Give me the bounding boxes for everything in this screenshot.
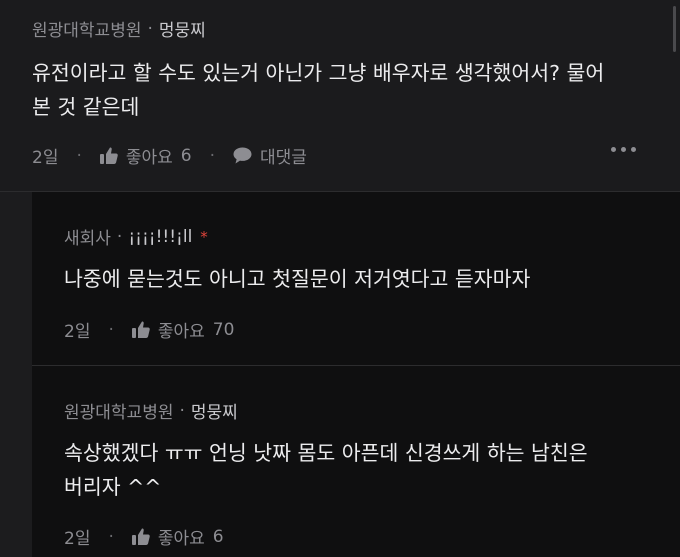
comment-time: 2일 xyxy=(32,148,59,168)
reply-label: 대댓글 xyxy=(260,148,307,168)
like-button[interactable]: 좋아요 6 xyxy=(99,143,192,168)
thumbs-up-icon xyxy=(131,321,150,338)
comment-text: 유전이라고 할 수도 있는거 아닌가 그냥 배우자로 생각했어서? 물어 본 것… xyxy=(32,56,604,124)
like-label: 좋아요 xyxy=(157,529,205,549)
comment-text-line: 유전이라고 할 수도 있는거 아닌가 그냥 배우자로 생각했어서? 물어 xyxy=(32,61,605,85)
more-horizontal-icon xyxy=(621,147,626,152)
like-label: 좋아요 xyxy=(157,322,205,342)
comment-text-line: 속상했겠다 ㅠㅠ 언닝 낫짜 몸도 아픈데 신경쓰게 하는 남친은 xyxy=(64,441,588,465)
like-count: 70 xyxy=(212,319,235,340)
like-count: 6 xyxy=(180,145,192,166)
action-separator: · xyxy=(108,526,114,547)
reply-comment-1: 새회사 · ¡¡¡¡!!!¡ll * 나중에 묻는것도 아니고 첫질문이 저거엿… xyxy=(32,192,680,365)
comment-text: 나중에 묻는것도 아니고 첫질문이 저거엿다고 듣자마자 xyxy=(64,262,530,296)
author-nickname: 멍뭉찌 xyxy=(158,21,206,41)
more-horizontal-icon xyxy=(611,147,616,152)
action-separator: · xyxy=(209,145,216,166)
author-org: 원광대학교병원 xyxy=(32,21,142,41)
speech-bubble-icon xyxy=(233,147,252,164)
comment-text-line: 본 것 같은데 xyxy=(32,95,140,119)
like-count: 6 xyxy=(212,526,224,547)
thumbs-up-icon xyxy=(131,528,150,545)
author-org: 원광대학교병원 xyxy=(64,403,174,423)
action-separator: · xyxy=(108,319,114,340)
action-separator: · xyxy=(76,145,82,166)
author-org: 새회사 xyxy=(64,229,111,249)
comment-actions: 2일 · 좋아요 6 xyxy=(64,524,224,550)
comment-author[interactable]: 원광대학교병원 · 멍뭉찌 xyxy=(64,398,238,424)
meta-separator: · xyxy=(116,226,123,247)
meta-separator: · xyxy=(147,18,153,39)
author-nickname: ¡¡¡¡!!!¡ll xyxy=(128,226,193,247)
comment-author[interactable]: 원광대학교병원 · 멍뭉찌 xyxy=(32,16,206,42)
more-options-button[interactable] xyxy=(611,147,636,152)
comment-text-line: 나중에 묻는것도 아니고 첫질문이 저거엿다고 듣자마자 xyxy=(64,267,531,291)
comment-actions: 2일 · 좋아요 70 xyxy=(64,317,235,343)
more-horizontal-icon xyxy=(631,147,636,152)
comment-text-line: 버리자 ^^ xyxy=(64,475,162,499)
meta-separator: · xyxy=(179,400,185,421)
comment-time: 2일 xyxy=(64,322,91,342)
comment-time: 2일 xyxy=(64,529,91,549)
comment-1: 원광대학교병원 · 멍뭉찌 유전이라고 할 수도 있는거 아닌가 그냥 배우자로… xyxy=(0,0,680,191)
reply-comment-2: 원광대학교병원 · 멍뭉찌 속상했겠다 ㅠㅠ 언닝 낫짜 몸도 아픈데 신경쓰게… xyxy=(32,366,680,557)
reply-button[interactable]: 대댓글 xyxy=(233,143,307,168)
thumbs-up-icon xyxy=(99,147,118,164)
author-badge: * xyxy=(200,227,208,246)
comment-author[interactable]: 새회사 · ¡¡¡¡!!!¡ll * xyxy=(64,224,208,250)
comment-text: 속상했겠다 ㅠㅠ 언닝 낫짜 몸도 아픈데 신경쓰게 하는 남친은 버리자 ^^ xyxy=(64,436,588,504)
author-nickname: 멍뭉찌 xyxy=(190,403,238,423)
like-button[interactable]: 좋아요 70 xyxy=(131,317,235,342)
like-label: 좋아요 xyxy=(125,148,173,168)
like-button[interactable]: 좋아요 6 xyxy=(131,524,224,549)
scrollbar[interactable] xyxy=(673,6,676,52)
comment-actions: 2일 · 좋아요 6 · 대댓글 xyxy=(32,143,307,169)
